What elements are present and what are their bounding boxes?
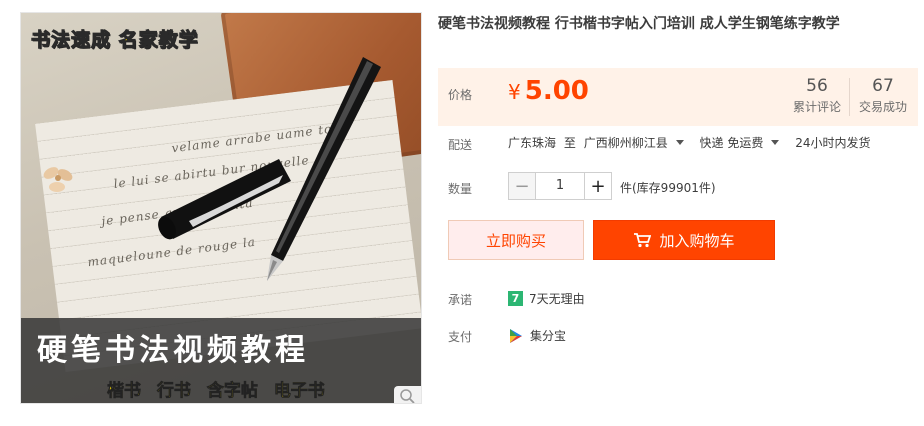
ship-destination-select[interactable]: 广西柳州柳江县	[584, 136, 692, 150]
buy-now-button[interactable]: 立即购买	[448, 220, 584, 260]
sales-label: 交易成功	[858, 100, 907, 114]
ship-method: 快递 免运费	[699, 136, 764, 150]
payment-item[interactable]: 集分宝	[508, 327, 566, 344]
promise-item[interactable]: 7 7天无理由	[508, 290, 585, 307]
promo-top-text: 书法速成 名家教学	[31, 29, 199, 52]
seven-day-return-icon: 7	[508, 291, 523, 306]
quantity-input[interactable]: 1	[536, 172, 584, 200]
payment-method: 集分宝	[530, 329, 567, 343]
review-stat[interactable]: 56 累计评论	[784, 75, 850, 117]
promise-text: 7天无理由	[529, 292, 585, 306]
stock-info: 件(库存99901件)	[620, 181, 716, 195]
payment-label: 支付	[448, 330, 473, 344]
chevron-down-icon	[771, 140, 780, 145]
price-label: 价格	[448, 88, 473, 102]
quantity-minus-button[interactable]: −	[508, 172, 536, 200]
cart-icon	[634, 233, 652, 248]
sales-stat: 67 交易成功	[850, 75, 916, 117]
currency-symbol: ¥	[508, 80, 521, 104]
ship-to-word: 至	[563, 136, 576, 150]
dispatch-time: 24小时内发货	[795, 136, 871, 150]
magnifier-icon	[400, 389, 415, 403]
price-panel: 价格 ¥5.00 56 累计评论 67 交易成功	[438, 68, 918, 126]
shipping-label: 配送	[448, 138, 473, 152]
ship-method-select[interactable]: 快递 免运费	[700, 136, 788, 150]
quantity-plus-button[interactable]: +	[584, 172, 612, 200]
product-main-image[interactable]: velame arrabe uame tou le lui se abirtu …	[20, 12, 422, 404]
chevron-down-icon	[675, 140, 684, 145]
promo-subtitle: 楷书 行书 含字帖 电子书	[107, 381, 325, 402]
add-to-cart-label: 加入购物车	[659, 231, 735, 250]
zoom-button[interactable]	[394, 386, 421, 403]
review-label: 累计评论	[792, 100, 841, 114]
price-value: ¥5.00	[508, 76, 589, 106]
shipping-row: 广东珠海 至 广西柳州柳江县 快递 免运费 24小时内发货	[508, 134, 874, 151]
add-to-cart-button[interactable]: 加入购物车	[593, 220, 775, 260]
ship-from: 广东珠海	[508, 136, 557, 150]
promise-label: 承诺	[448, 293, 473, 307]
sales-count: 67	[872, 76, 894, 96]
jifenbao-icon	[510, 328, 522, 343]
promo-title: 硬笔书法视频教程	[37, 333, 309, 368]
quantity-label: 数量	[448, 182, 473, 196]
review-count: 56	[806, 76, 828, 96]
ship-destination: 广西柳州柳江县	[583, 136, 668, 150]
quantity-stepper: − 1 +	[508, 172, 612, 200]
product-title: 硬笔书法视频教程 行书楷书字帖入门培训 成人学生钢笔练字教学	[438, 16, 840, 32]
price-amount: 5.00	[524, 76, 589, 106]
